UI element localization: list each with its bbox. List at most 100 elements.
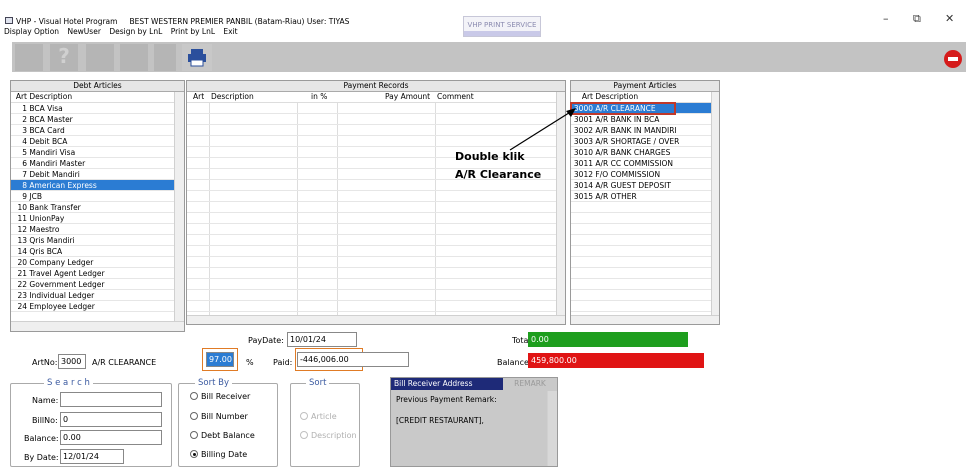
- payart-hscrollbar[interactable]: [571, 315, 719, 324]
- name-label: Name:: [32, 396, 59, 405]
- payment-record-row[interactable]: [187, 279, 557, 290]
- debt-article-row[interactable]: 5 Mandiri Visa: [11, 147, 174, 158]
- debt-article-row[interactable]: 23 Individual Ledger: [11, 290, 174, 301]
- sort-article-radio[interactable]: Article: [300, 412, 337, 421]
- debt-article-row[interactable]: 10 Bank Transfer: [11, 202, 174, 213]
- payment-articles-panel: Payment Articles Art Description 3000 A/…: [570, 80, 720, 325]
- search-balance-label: Balance:: [24, 434, 59, 443]
- payment-record-row[interactable]: [187, 301, 557, 312]
- payment-record-row[interactable]: [187, 246, 557, 257]
- payment-article-row[interactable]: 3015 A/R OTHER: [571, 191, 711, 202]
- debt-article-row[interactable]: 3 BCA Card: [11, 125, 174, 136]
- payment-record-row[interactable]: [187, 191, 557, 202]
- debt-article-row[interactable]: 2 BCA Master: [11, 114, 174, 125]
- payment-article-row[interactable]: 3010 A/R BANK CHARGES: [571, 147, 711, 158]
- debt-article-row[interactable]: 12 Maestro: [11, 224, 174, 235]
- payment-article-row[interactable]: [571, 246, 711, 257]
- paid-field[interactable]: -446,006.00: [297, 352, 409, 367]
- minimize-button[interactable]: –: [883, 12, 889, 25]
- debt-articles-title: Debt Articles: [11, 81, 184, 92]
- edit-icon[interactable]: [86, 44, 114, 71]
- menu-newuser[interactable]: NewUser: [67, 27, 100, 36]
- window-title: VHP - Visual Hotel Program BEST WESTERN P…: [16, 17, 350, 26]
- debt-article-row[interactable]: 7 Debit Mandiri: [11, 169, 174, 180]
- menu-exit[interactable]: Exit: [223, 27, 237, 36]
- percent-field[interactable]: 97.00: [206, 352, 234, 367]
- payment-record-row[interactable]: [187, 180, 557, 191]
- debt-article-row[interactable]: 14 Qris BCA: [11, 246, 174, 257]
- maximize-button[interactable]: ⧉: [913, 12, 921, 26]
- search-balance-field[interactable]: 0.00: [60, 430, 162, 445]
- debt-article-row[interactable]: 6 Mandiri Master: [11, 158, 174, 169]
- billno-label: BillNo:: [32, 416, 58, 425]
- sort-bill-receiver-radio[interactable]: Bill Receiver: [190, 392, 250, 401]
- sortby-title: Sort By: [195, 378, 232, 388]
- copy-icon[interactable]: [120, 44, 148, 71]
- payment-article-row[interactable]: [571, 224, 711, 235]
- payrec-hscrollbar[interactable]: [187, 315, 565, 324]
- payment-record-row[interactable]: [187, 268, 557, 279]
- total-field: 0.00: [528, 332, 688, 347]
- remark-button[interactable]: REMARK: [503, 378, 557, 390]
- payment-article-row[interactable]: 3003 A/R SHORTAGE / OVER: [571, 136, 711, 147]
- sort-description-radio[interactable]: Description: [300, 431, 357, 440]
- payment-article-row[interactable]: [571, 290, 711, 301]
- name-field[interactable]: [60, 392, 162, 407]
- sort-bill-number-radio[interactable]: Bill Number: [190, 412, 248, 421]
- debt-article-row[interactable]: 22 Government Ledger: [11, 279, 174, 290]
- close-button[interactable]: ✕: [945, 12, 954, 25]
- bydate-field[interactable]: 12/01/24: [60, 449, 124, 464]
- remark-line-2: [CREDIT RESTAURANT],: [396, 416, 484, 425]
- print-service-button[interactable]: VHP PRINT SERVICE: [463, 16, 541, 37]
- debt-article-row[interactable]: 13 Qris Mandiri: [11, 235, 174, 246]
- debt-vscrollbar[interactable]: [174, 92, 184, 321]
- menu-print-lnl[interactable]: Print by LnL: [171, 27, 215, 36]
- payment-article-row[interactable]: 3011 A/R CC COMMISSION: [571, 158, 711, 169]
- debt-article-row[interactable]: 24 Employee Ledger: [11, 301, 174, 312]
- debt-articles-panel: Debt Articles Art Description 1 BCA Visa…: [10, 80, 185, 332]
- debt-article-row[interactable]: 4 Debit BCA: [11, 136, 174, 147]
- debt-article-row[interactable]: 11 UnionPay: [11, 213, 174, 224]
- menu-design-lnl[interactable]: Design by LnL: [109, 27, 162, 36]
- payment-article-row[interactable]: [571, 202, 711, 213]
- payment-record-row[interactable]: [187, 224, 557, 235]
- debt-article-row[interactable]: 1 BCA Visa: [11, 103, 174, 114]
- bill-receiver-title: Bill Receiver Address: [391, 378, 503, 390]
- payment-records-title: Payment Records: [187, 81, 565, 92]
- debt-article-row[interactable]: 9 JCB: [11, 191, 174, 202]
- payment-article-row[interactable]: [571, 268, 711, 279]
- app-icon: [5, 17, 13, 24]
- new-icon[interactable]: [15, 44, 43, 71]
- payment-article-row[interactable]: [571, 301, 711, 312]
- remark-scrollbar[interactable]: [547, 391, 557, 466]
- payment-article-row[interactable]: 3001 A/R BANK IN BCA: [571, 114, 711, 125]
- print-icon[interactable]: [182, 44, 212, 71]
- annotation-text-2: A/R Clearance: [455, 168, 542, 181]
- debt-hscrollbar[interactable]: [11, 321, 184, 331]
- payment-article-row[interactable]: [571, 257, 711, 268]
- debt-article-row[interactable]: 20 Company Ledger: [11, 257, 174, 268]
- payment-record-row[interactable]: [187, 235, 557, 246]
- artno-field[interactable]: 3000: [58, 354, 86, 369]
- paydate-field[interactable]: 10/01/24: [287, 332, 357, 347]
- payment-article-row[interactable]: [571, 279, 711, 290]
- payment-article-row[interactable]: 3012 F/O COMMISSION: [571, 169, 711, 180]
- payment-article-row[interactable]: 3014 A/R GUEST DEPOSIT: [571, 180, 711, 191]
- payment-record-row[interactable]: [187, 257, 557, 268]
- payment-record-row[interactable]: [187, 290, 557, 301]
- debt-article-row[interactable]: 8 American Express: [11, 180, 174, 191]
- sort-billing-date-radio[interactable]: Billing Date: [190, 450, 247, 459]
- delete-icon[interactable]: [154, 44, 176, 71]
- menu-display-option[interactable]: Display Option: [4, 27, 59, 36]
- help-icon[interactable]: ?: [50, 44, 78, 71]
- payment-record-row[interactable]: [187, 202, 557, 213]
- payment-article-row[interactable]: 3002 A/R BANK IN MANDIRI: [571, 125, 711, 136]
- payment-article-row[interactable]: [571, 213, 711, 224]
- payment-article-row[interactable]: [571, 235, 711, 246]
- payart-vscrollbar[interactable]: [711, 92, 719, 315]
- billno-field[interactable]: 0: [60, 412, 162, 427]
- stop-icon[interactable]: [944, 50, 962, 68]
- sort-debt-balance-radio[interactable]: Debt Balance: [190, 431, 255, 440]
- payment-record-row[interactable]: [187, 213, 557, 224]
- debt-article-row[interactable]: 21 Travel Agent Ledger: [11, 268, 174, 279]
